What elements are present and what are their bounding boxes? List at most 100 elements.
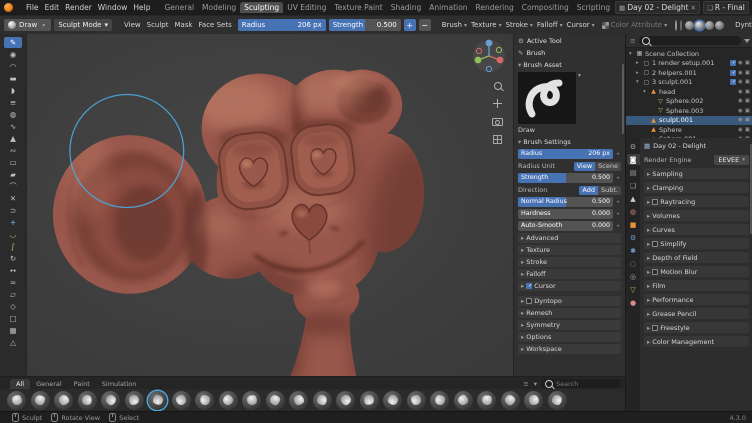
brush-thumbnail[interactable] [219,391,238,410]
render-visibility-icon[interactable]: ▣ [745,89,750,95]
brush-selector[interactable]: Draw ▾ [4,19,51,31]
asset-shelf-tab[interactable]: Paint [68,379,96,389]
workspace-tab[interactable]: Animation [425,2,471,13]
render-visibility-icon[interactable]: ▣ [745,108,750,114]
strength-slider[interactable]: Strength 0.500 [329,19,401,31]
toggle-perspective-icon[interactable] [492,134,503,145]
viewport-menu-item[interactable]: Sculpt [144,21,172,29]
checkbox-icon[interactable] [652,241,658,247]
workspace-tab[interactable]: UV Editing [283,2,330,13]
checkbox-icon[interactable] [652,269,658,275]
viewport-menu-item[interactable]: Face Sets [196,21,235,29]
properties-section-header[interactable]: ▸ Simplify [644,238,749,249]
asset-shelf-tab[interactable]: General [30,379,68,389]
brush-thumbnail[interactable] [31,391,50,410]
properties-tab[interactable]: ◍ [627,206,640,217]
sculpt-tool-button[interactable]: ✎ [4,37,22,48]
radius-unit-scene[interactable]: Scene [595,162,621,171]
properties-section-header[interactable]: ▸ Performance [644,294,749,305]
visibility-icon[interactable]: ◉ [738,117,743,123]
menu-item[interactable]: Edit [42,3,63,12]
sculpt-tool-button[interactable]: ▬ [4,73,22,84]
panel-header[interactable]: ▸ Cursor [518,281,621,291]
visibility-icon[interactable]: ◉ [738,98,743,104]
asset-search-input[interactable]: Search [541,379,621,388]
brush-thumbnail[interactable] [548,391,567,410]
properties-section-header[interactable]: ▸ Grease Pencil [644,308,749,319]
properties-tab[interactable]: ❏ [627,180,640,191]
checkbox-icon[interactable] [652,325,658,331]
brush-thumbnail[interactable] [148,391,167,410]
animate-property-icon[interactable]: • [615,175,621,182]
xray-toggle-icon[interactable] [680,20,682,31]
checkbox-icon[interactable] [526,283,532,289]
rendered-shading-icon[interactable] [715,21,724,30]
filter-icon[interactable] [744,39,750,43]
animate-property-icon[interactable]: • [615,151,621,158]
hardness-slider[interactable]: Hardness0.000 [518,209,613,219]
header-dropdown[interactable]: Texture ▾ [469,21,504,29]
strength-slider[interactable]: Strength0.500 [518,173,613,183]
outliner-row[interactable]: ▾ ▦ Scene Collection ◉ ▣ [626,49,752,59]
viewport-menu-item[interactable]: Mask [172,21,196,29]
brush-thumbnail[interactable] [172,391,191,410]
navigation-gizmo[interactable] [471,38,507,74]
properties-section-header[interactable]: ▸ Volumes [644,210,749,221]
header-dropdown[interactable]: Dyntopo ▾ [733,21,752,29]
properties-section-header[interactable]: ▸ Depth of Field [644,252,749,263]
brush-thumbnail[interactable] [454,391,473,410]
render-visibility-icon[interactable]: ▣ [745,117,750,123]
visibility-icon[interactable]: ◉ [738,127,743,133]
view-layer-selector[interactable]: ❏ R - Final [703,1,749,14]
asset-shelf-tab[interactable]: Simulation [96,379,143,389]
disclosure-arrow[interactable]: ▸ [636,70,641,76]
workspace-tab[interactable]: Sculpting [240,2,283,13]
checkbox-icon[interactable] [730,60,736,66]
header-dropdown[interactable]: Stroke ▾ [504,21,535,29]
animate-property-icon[interactable]: • [615,211,621,218]
visibility-icon[interactable]: ◉ [738,89,743,95]
sculpt-tool-button[interactable]: ∿ [4,121,22,132]
sculpt-tool-button[interactable]: ◇ [4,301,22,312]
outliner-search-input[interactable] [639,36,741,45]
disclosure-arrow[interactable]: ▾ [636,79,641,85]
panel-header[interactable]: ▸ Workspace [518,344,621,354]
panel-header[interactable]: ▸ Texture [518,245,621,255]
properties-section-header[interactable]: ▸ Raytracing [644,196,749,207]
viewport-3d[interactable] [27,34,513,376]
sculpt-tool-button[interactable]: △ [4,337,22,348]
panel-header[interactable]: ▸ Symmetry [518,320,621,330]
properties-tab[interactable]: ▤ [627,167,640,178]
visibility-icon[interactable]: ◉ [738,108,743,114]
direction-add-button[interactable]: + [404,19,416,31]
outliner-row[interactable]: ▸ ▢ 2 helpers.001 ◉ ▣ [626,68,752,78]
brush-thumbnail[interactable] [195,391,214,410]
checkbox-icon[interactable] [730,79,736,85]
outliner-row[interactable]: ▲ sculpt.001 ◉ ▣ [626,116,752,126]
outliner-row[interactable]: ▾ ▲ head ◉ ▣ [626,87,752,97]
workspace-tab[interactable]: Compositing [518,2,573,13]
brush-thumbnail[interactable] [78,391,97,410]
direction-add-button[interactable]: Add [579,186,598,195]
sculpt-tool-button[interactable]: ◠ [4,61,22,72]
brush-settings-section[interactable]: ▾ Brush Settings [518,137,621,147]
viewport-menu-item[interactable]: View [121,21,144,29]
disclosure-arrow[interactable]: ▸ [636,60,641,66]
visibility-icon[interactable]: ◉ [738,79,743,85]
brush-thumbnail[interactable] [101,391,120,410]
render-visibility-icon[interactable]: ▣ [745,60,750,66]
solid-shading-icon[interactable] [695,21,704,30]
brush-header[interactable]: ✎ Brush [518,48,621,58]
render-engine-dropdown[interactable]: EEVEE ▾ [714,155,749,165]
sculpt-tool-button[interactable]: ▭ [4,157,22,168]
sculpt-tool-button[interactable]: ↻ [4,253,22,264]
properties-tab[interactable]: ◌ [627,258,640,269]
sculpt-tool-button[interactable]: ⊃ [4,205,22,216]
checkbox-icon[interactable] [526,298,532,304]
properties-tab[interactable]: ◎ [627,271,640,282]
sculpt-tool-button[interactable]: ▦ [4,325,22,336]
workspace-tab[interactable]: Modeling [198,2,240,13]
render-visibility-icon[interactable]: ▣ [745,127,750,133]
sculpt-tool-button[interactable]: ▰ [4,169,22,180]
brush-thumbnail[interactable] [383,391,402,410]
